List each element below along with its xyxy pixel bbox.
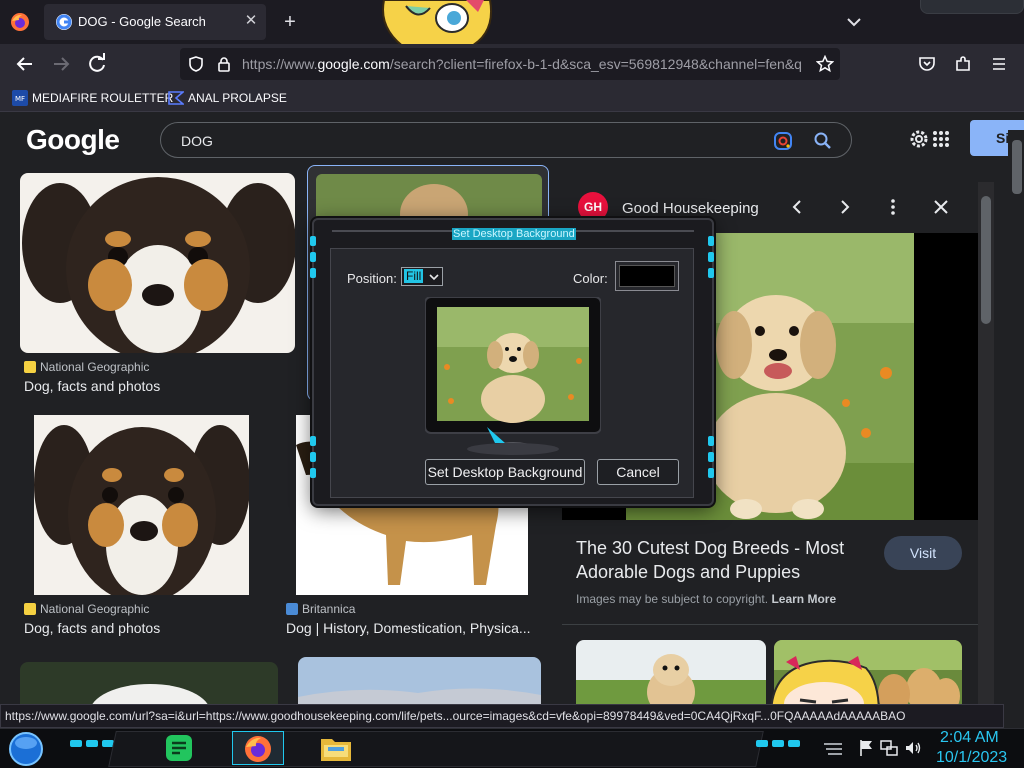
bookmark-star-icon[interactable] xyxy=(816,55,834,73)
dialog-led-decoration xyxy=(708,432,716,492)
bookmark-item[interactable]: MF MEDIAFIRE ROULETTER xyxy=(12,88,173,108)
status-url-text: https://www.google.com/url?sa=i&url=http… xyxy=(5,709,906,723)
chevron-down-icon xyxy=(428,271,440,283)
file-explorer-icon[interactable] xyxy=(320,733,352,763)
position-select[interactable]: Fill xyxy=(401,267,443,286)
taskbar: 2:04 AM 10/1/2023 xyxy=(0,728,1024,768)
dialog-title: Set Desktop Background xyxy=(452,228,576,240)
result-source[interactable]: National Geographic xyxy=(24,602,149,616)
taskbar-band xyxy=(108,731,764,767)
page-scrollbar-thumb[interactable] xyxy=(1012,140,1022,194)
firefox-menu-icon[interactable] xyxy=(10,12,30,32)
result-image-puppy[interactable] xyxy=(20,173,295,353)
clock-time[interactable]: 2:04 AM xyxy=(940,729,999,747)
search-query-text: DOG xyxy=(181,133,213,149)
back-arrow-icon[interactable] xyxy=(10,49,40,79)
result-title[interactable]: Dog, facts and photos xyxy=(24,620,284,636)
bookmark-label: ANAL PROLAPSE xyxy=(188,91,287,105)
volume-icon[interactable] xyxy=(904,739,922,757)
position-selected-value: Fill xyxy=(404,269,424,283)
action-center-flag-icon[interactable] xyxy=(858,739,874,757)
set-desktop-background-dialog: Set Desktop Background Position: Fill Co… xyxy=(310,218,716,506)
extensions-puzzle-icon[interactable] xyxy=(954,55,972,73)
svg-text:MF: MF xyxy=(15,95,25,103)
window-frame-decoration xyxy=(920,0,1024,14)
url-bar[interactable]: https://www.google.com/search?client=fir… xyxy=(180,48,840,80)
lock-icon[interactable] xyxy=(216,56,232,72)
color-swatch xyxy=(619,265,675,287)
google-logo[interactable]: Google xyxy=(26,124,120,156)
start-orb-icon[interactable] xyxy=(8,731,44,767)
result-title[interactable]: Dog, facts and photos xyxy=(24,378,294,394)
new-tab-icon[interactable]: + xyxy=(280,12,300,32)
forward-arrow-icon[interactable] xyxy=(46,49,76,79)
learn-more-link[interactable]: Learn More xyxy=(771,592,836,606)
result-source[interactable]: National Geographic xyxy=(24,360,149,374)
tracking-shield-icon[interactable] xyxy=(188,56,204,72)
page-scrollbar[interactable] xyxy=(1008,130,1024,710)
color-picker-button[interactable] xyxy=(615,261,679,291)
network-icon[interactable] xyxy=(880,739,898,757)
set-desktop-background-button[interactable]: Set Desktop Background xyxy=(425,459,585,485)
link-status-bar: https://www.google.com/url?sa=i&url=http… xyxy=(0,704,1004,728)
cancel-button[interactable]: Cancel xyxy=(597,459,679,485)
navigation-toolbar: https://www.google.com/search?client=fir… xyxy=(0,44,1024,84)
result-source[interactable]: Britannica xyxy=(286,602,355,616)
dialog-content: Position: Fill Color: Set Desktop Backgr… xyxy=(330,248,694,498)
url-text[interactable]: https://www.google.com/search?client=fir… xyxy=(242,56,812,72)
visit-button[interactable]: Visit xyxy=(884,536,962,570)
google-lens-icon[interactable] xyxy=(773,131,793,151)
firefox-taskbar-button[interactable] xyxy=(232,731,284,765)
next-chevron-icon[interactable] xyxy=(836,198,854,216)
result-image-puppy[interactable] xyxy=(34,415,249,595)
list-all-tabs-chevron-icon[interactable] xyxy=(844,12,864,32)
tab-close-icon[interactable]: ✕ xyxy=(242,12,260,30)
natgeo-icon xyxy=(24,361,36,373)
tab-title: DOG - Google Search xyxy=(78,14,206,29)
bookmark-label: MEDIAFIRE ROULETTER xyxy=(32,91,174,105)
more-options-icon[interactable] xyxy=(884,198,902,216)
panel-scrollbar-thumb[interactable] xyxy=(981,196,991,324)
google-favicon-icon xyxy=(56,14,72,30)
britannica-icon xyxy=(286,603,298,615)
bookmark-item[interactable]: ANAL PROLAPSE xyxy=(168,88,287,108)
position-label: Position: xyxy=(347,271,397,286)
taskbar-led-decoration xyxy=(756,739,806,749)
previous-chevron-icon[interactable] xyxy=(788,198,806,216)
dialog-led-decoration xyxy=(708,232,716,292)
apps-grid-icon[interactable] xyxy=(932,130,950,148)
result-title[interactable]: Dog | History, Domestication, Physica... xyxy=(286,620,538,636)
settings-gear-icon[interactable] xyxy=(908,128,930,150)
dialog-led-decoration xyxy=(310,432,318,492)
search-icon[interactable] xyxy=(813,131,833,151)
reload-icon[interactable] xyxy=(82,49,112,79)
google-header: Google DOG Si xyxy=(0,112,1024,166)
panel-scrollbar[interactable] xyxy=(978,182,994,712)
show-desktop-icon[interactable] xyxy=(822,741,844,757)
tab-strip: DOG - Google Search ✕ + xyxy=(0,0,1024,56)
dialog-led-decoration xyxy=(310,232,318,292)
notes-app-icon[interactable] xyxy=(164,733,194,763)
panel-source-name[interactable]: Good Housekeeping xyxy=(622,200,759,217)
browser-tab[interactable]: DOG - Google Search ✕ xyxy=(44,4,266,40)
panel-result-title[interactable]: The 30 Cutest Dog Breeds - Most Adorable… xyxy=(576,536,876,584)
bookmarks-toolbar: MF MEDIAFIRE ROULETTER ANAL PROLAPSE xyxy=(0,84,1024,112)
pocket-icon[interactable] xyxy=(918,55,936,73)
related-image-puppy[interactable] xyxy=(576,640,766,712)
monitor-preview xyxy=(425,297,601,455)
color-label: Color: xyxy=(573,271,608,286)
mediafire-icon: MF xyxy=(12,90,28,106)
copyright-notice: Images may be subject to copyright. Lear… xyxy=(576,592,837,606)
natgeo-icon xyxy=(24,603,36,615)
clock-date[interactable]: 10/1/2023 xyxy=(936,749,1007,767)
divider xyxy=(562,624,978,625)
close-icon[interactable] xyxy=(932,198,950,216)
search-input[interactable]: DOG xyxy=(160,122,852,158)
hamburger-menu-icon[interactable] xyxy=(990,55,1008,73)
bookmark-triangle-icon xyxy=(168,90,184,106)
